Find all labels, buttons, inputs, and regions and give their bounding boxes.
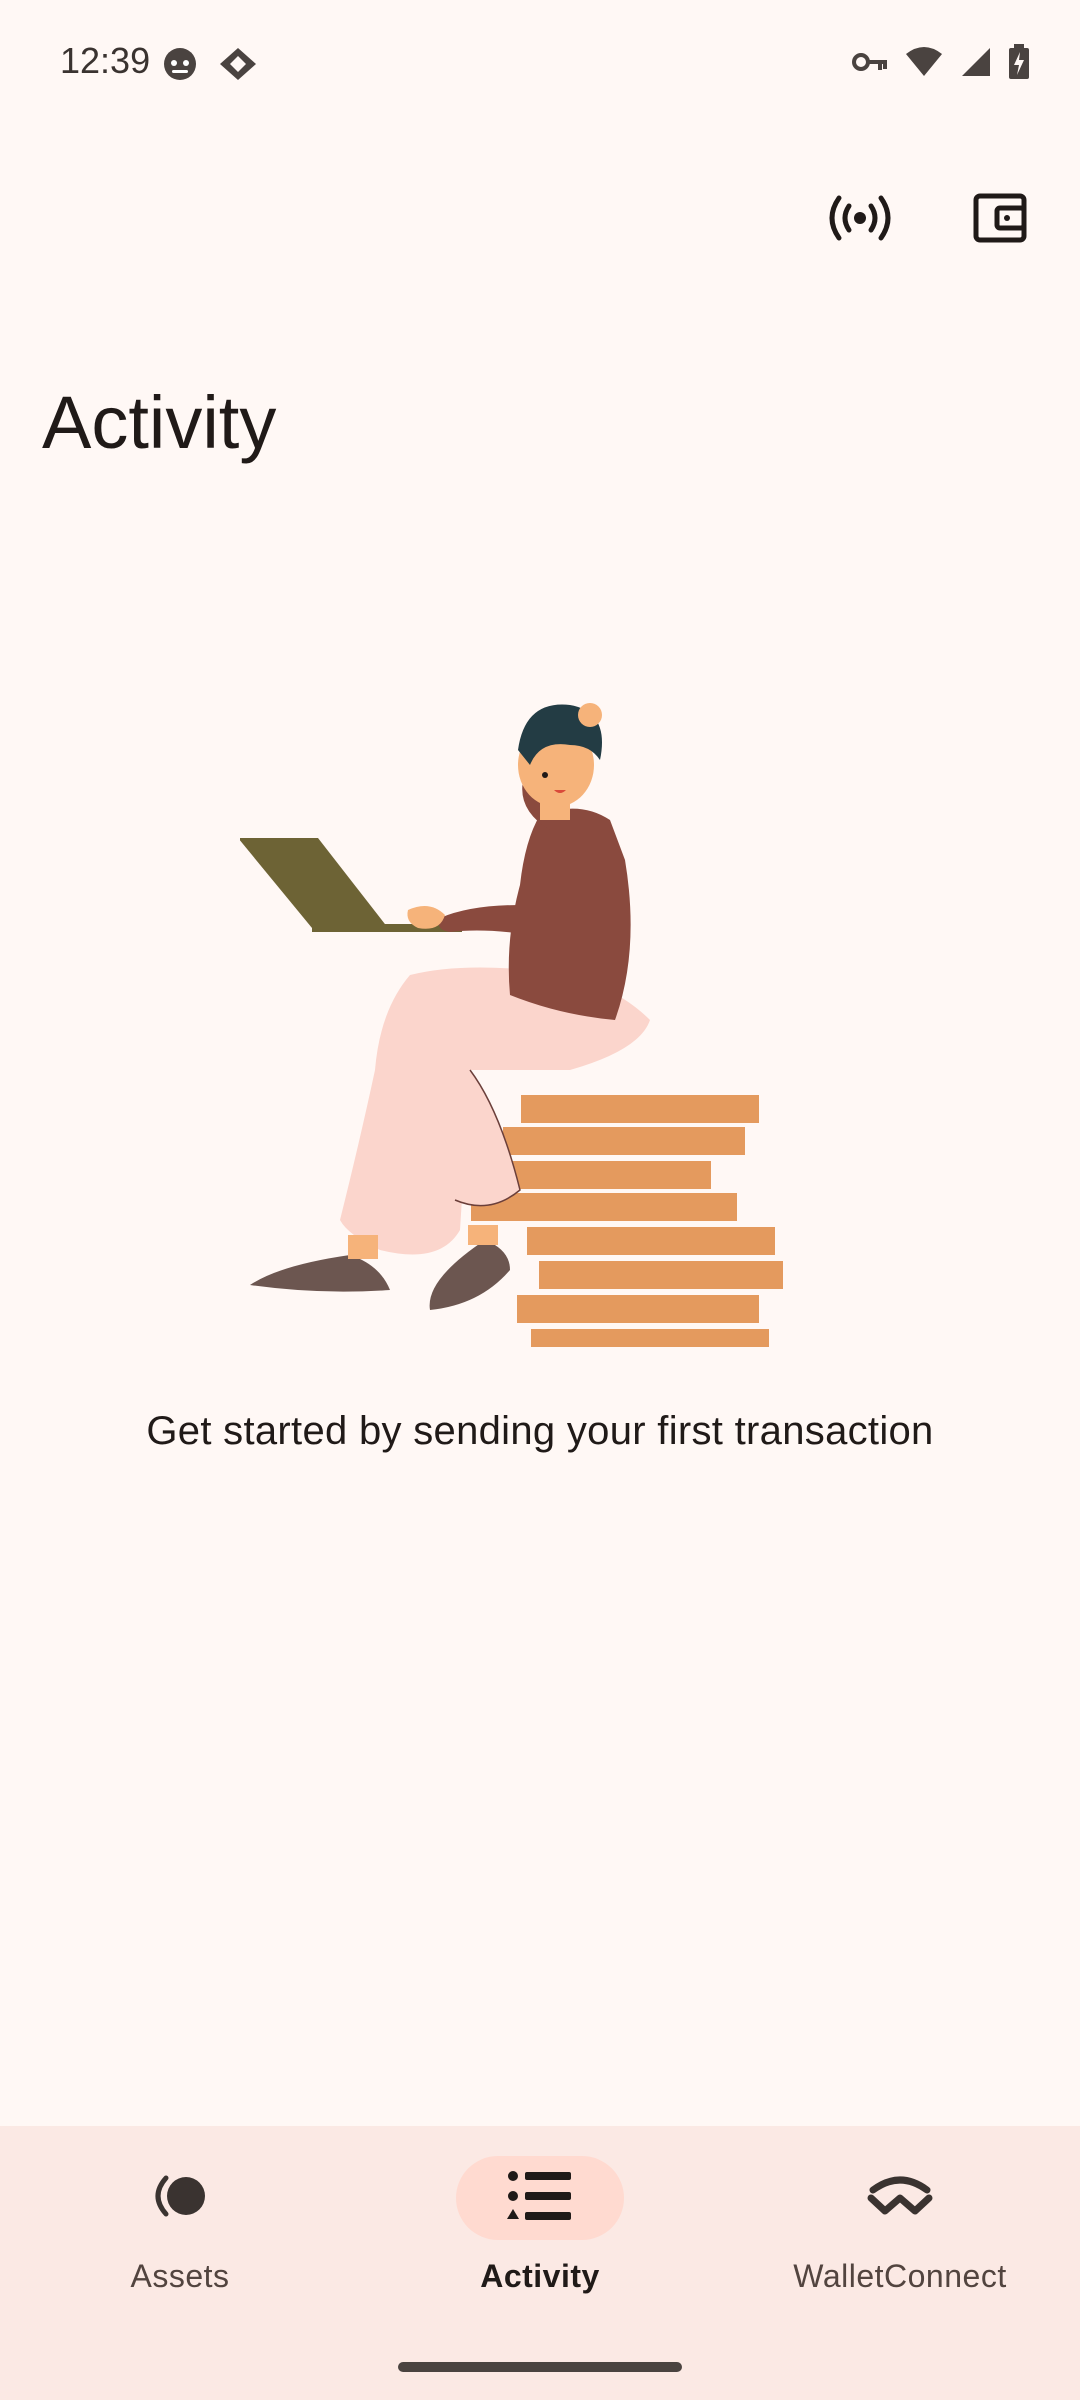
list-icon [507,2169,573,2228]
activity-screen: 12:39 Activity Get started by sending yo… [0,0,1080,2400]
wifi-icon [904,46,944,83]
assets-icon [150,2174,210,2223]
broadcast-icon [825,193,895,248]
walletconnect-icon [867,2176,933,2221]
nav-item-activity[interactable]: Activity [360,2156,720,2316]
nav-pill-assets [96,2156,264,2240]
status-right-icons [852,44,1030,85]
nav-pill-walletconnect [816,2156,984,2240]
status-time: 12:39 [60,40,151,81]
wallet-icon [973,193,1027,248]
nav-label-activity: Activity [480,2258,600,2294]
nav-item-walletconnect[interactable]: WalletConnect [720,2156,1080,2316]
nav-pill-activity [456,2156,624,2240]
empty-state-message: Get started by sending your first transa… [146,1409,934,1453]
nav-item-assets[interactable]: Assets [0,2156,360,2316]
diamond-icon [218,46,258,87]
broadcast-button[interactable] [820,180,900,260]
vpn-key-icon [852,50,888,79]
battery-charging-icon [1008,44,1030,85]
status-bar: 12:39 [0,0,1080,130]
empty-state-illustration [238,690,840,1350]
home-indicator[interactable] [398,2362,682,2372]
face-icon [162,46,198,87]
nav-label-walletconnect: WalletConnect [793,2258,1007,2294]
signal-icon [960,46,992,83]
bottom-navigation: Assets Activity WalletConnect [0,2126,1080,2400]
nav-label-assets: Assets [130,2258,230,2294]
wallet-button[interactable] [960,180,1040,260]
app-bar-actions [820,180,1040,260]
page-title: Activity [42,381,277,464]
